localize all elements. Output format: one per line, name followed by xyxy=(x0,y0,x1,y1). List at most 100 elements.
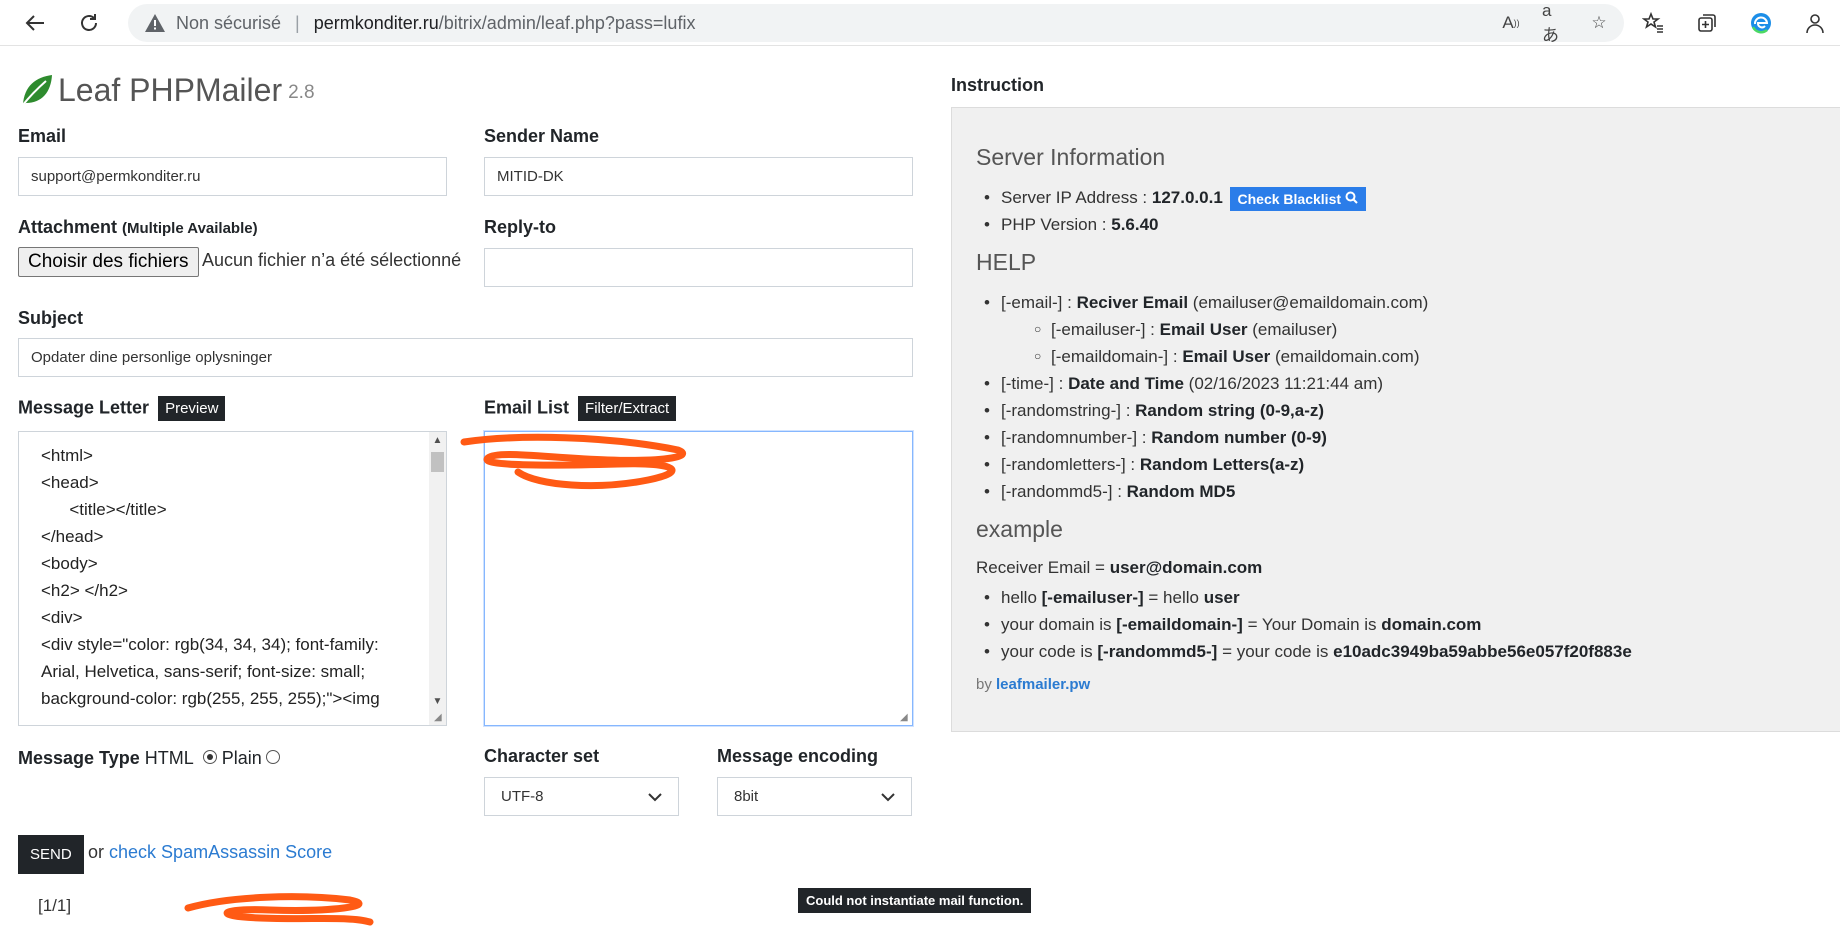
help-list: [-email-] : Reciver Email (emailuser@ema… xyxy=(976,289,1428,505)
example-item: your domain is [-emaildomain-] = Your Do… xyxy=(976,611,1632,638)
example-text: = hello xyxy=(1143,588,1204,607)
browser-tools xyxy=(1636,6,1832,40)
address-actions: A)) aあ ☆ xyxy=(1498,1,1612,45)
resize-handle-icon[interactable]: ◢ xyxy=(434,713,444,723)
help-example: (emaildomain.com) xyxy=(1270,347,1420,366)
error-badge: Could not instantiate mail function. xyxy=(798,888,1032,913)
example-result: user xyxy=(1203,588,1240,607)
receiver-email-line: Receiver Email = user@domain.com xyxy=(976,558,1262,578)
example-tag: [-emaildomain-] xyxy=(1116,615,1243,634)
example-text: = Your Domain is xyxy=(1242,615,1382,634)
credit-line: by leafmailer.pw xyxy=(976,676,1090,693)
help-item: [-email-] : Reciver Email (emailuser@ema… xyxy=(976,289,1428,316)
help-desc: Reciver Email xyxy=(1076,293,1189,312)
choose-files-button[interactable]: Choisir des fichiers xyxy=(18,247,199,277)
translate-icon[interactable]: aあ xyxy=(1542,1,1568,45)
php-version-label: PHP Version : xyxy=(1001,215,1112,234)
reply-to-input[interactable] xyxy=(484,248,913,287)
code-line: background-color: rgb(255, 255, 255);"><… xyxy=(41,689,380,708)
url-path: /bitrix/admin/leaf.php?pass=lufix xyxy=(438,12,696,33)
profile-icon[interactable] xyxy=(1798,6,1832,40)
instruction-panel: Server Information Server IP Address : 1… xyxy=(951,107,1840,732)
message-letter-label-text: Message Letter xyxy=(18,397,150,418)
example-result: domain.com xyxy=(1381,615,1482,634)
reply-to-label: Reply-to xyxy=(484,217,556,237)
receiver-label: Receiver Email = xyxy=(976,558,1110,577)
example-text: hello xyxy=(1001,588,1042,607)
check-blacklist-label: Check Blacklist xyxy=(1237,190,1342,207)
help-tag: [-email-] : xyxy=(1001,293,1077,312)
check-blacklist-button[interactable]: Check Blacklist xyxy=(1229,186,1366,211)
example-item: hello [-emailuser-] = hello user xyxy=(976,584,1632,611)
code-line: Arial, Helvetica, sans-serif; font-size:… xyxy=(41,662,366,681)
help-tag: [-randomstring-] : xyxy=(1001,401,1136,420)
favorite-add-icon[interactable]: ☆ xyxy=(1586,11,1612,35)
preview-button[interactable]: Preview xyxy=(158,396,226,421)
redaction-scribble xyxy=(184,893,374,926)
code-line: <html> xyxy=(41,446,93,465)
email-list-textarea[interactable]: ◢ xyxy=(484,431,913,726)
sender-name-label: Sender Name xyxy=(484,126,600,146)
collections-icon[interactable] xyxy=(1690,6,1724,40)
scroll-thumb[interactable] xyxy=(431,452,444,472)
send-button[interactable]: SEND xyxy=(18,835,84,874)
message-code: <html> <head> <title></title> </head> <body… xyxy=(41,442,431,712)
help-item: [-randomnumber-] : Random number (0-9) xyxy=(976,424,1428,451)
read-aloud-icon[interactable]: A)) xyxy=(1498,11,1524,35)
insecure-label[interactable]: Non sécurisé xyxy=(176,13,281,34)
subject-input[interactable]: Opdater dine personlige oplysninger xyxy=(18,338,913,377)
server-info-heading: Server Information xyxy=(976,144,1166,170)
help-desc: Random string (0-9,a-z) xyxy=(1135,401,1325,420)
example-tag: [-emailuser-] xyxy=(1041,588,1144,607)
type-plain-radio[interactable] xyxy=(265,750,280,765)
email-input[interactable]: support@permkonditer.ru xyxy=(18,157,447,196)
message-letter-label: Message Letter Preview xyxy=(18,396,226,421)
code-line: <h2> </h2> xyxy=(41,581,128,600)
spam-check-row: or check SpamAssassin Score xyxy=(88,842,332,863)
server-ip-item: Server IP Address : 127.0.0.1 Check Blac… xyxy=(976,184,1366,211)
address-bar[interactable]: Non sécurisé | permkonditer.ru/bitrix/ad… xyxy=(128,1,1624,45)
type-html-radio[interactable] xyxy=(202,750,217,765)
charset-select[interactable]: UTF-8 xyxy=(484,777,679,816)
sender-name-input[interactable]: MITID-DK xyxy=(484,157,913,196)
favorites-icon[interactable] xyxy=(1636,6,1670,40)
scroll-down-icon[interactable]: ▼ xyxy=(429,695,446,709)
message-scrollbar[interactable]: ▲ ▼ xyxy=(429,432,446,725)
encoding-value: 8bit xyxy=(734,788,759,805)
code-line: </head> xyxy=(41,527,104,546)
example-tag: [-randommd5-] xyxy=(1097,642,1218,661)
app-name: Leaf PHPMailer xyxy=(58,72,283,108)
filter-extract-button[interactable]: Filter/Extract xyxy=(578,396,677,421)
server-info-list: Server IP Address : 127.0.0.1 Check Blac… xyxy=(976,184,1366,238)
help-desc: Random number (0-9) xyxy=(1151,428,1327,447)
receiver-value: user@domain.com xyxy=(1109,558,1263,577)
spamassassin-link[interactable]: check SpamAssassin Score xyxy=(109,842,332,862)
scroll-up-icon[interactable]: ▲ xyxy=(429,434,446,448)
chevron-down-icon xyxy=(881,792,895,801)
email-list-label-text: Email List xyxy=(484,397,570,418)
leafmailer-link[interactable]: leafmailer.pw xyxy=(996,676,1090,693)
help-desc: Email User xyxy=(1182,347,1271,366)
url-separator: | xyxy=(295,12,300,33)
warning-icon xyxy=(144,13,166,33)
charset-label: Character set xyxy=(484,746,600,766)
type-plain-label: Plain xyxy=(221,748,262,768)
edge-logo-icon[interactable] xyxy=(1744,6,1778,40)
example-heading: example xyxy=(976,516,1063,542)
message-type-label: Message Type xyxy=(18,748,140,768)
message-letter-textarea[interactable]: <html> <head> <title></title> </head> <body… xyxy=(18,431,447,726)
resize-handle-icon[interactable]: ◢ xyxy=(900,713,910,723)
server-ip-value: 127.0.0.1 xyxy=(1151,188,1223,207)
help-item: [-emaildomain-] : Email User (emaildomai… xyxy=(976,343,1428,370)
search-icon xyxy=(1345,191,1358,204)
server-ip-label: Server IP Address : xyxy=(1001,188,1152,207)
example-item: your code is [-randommd5-] = your code i… xyxy=(976,638,1632,665)
help-item: [-emailuser-] : Email User (emailuser) xyxy=(976,316,1428,343)
back-button[interactable] xyxy=(18,6,52,40)
arrow-left-icon xyxy=(25,15,44,31)
encoding-select[interactable]: 8bit xyxy=(717,777,912,816)
help-example: (02/16/2023 11:21:44 am) xyxy=(1183,374,1384,393)
code-line: <div> xyxy=(41,608,83,627)
reload-button[interactable] xyxy=(72,6,106,40)
charset-value: UTF-8 xyxy=(501,788,544,805)
